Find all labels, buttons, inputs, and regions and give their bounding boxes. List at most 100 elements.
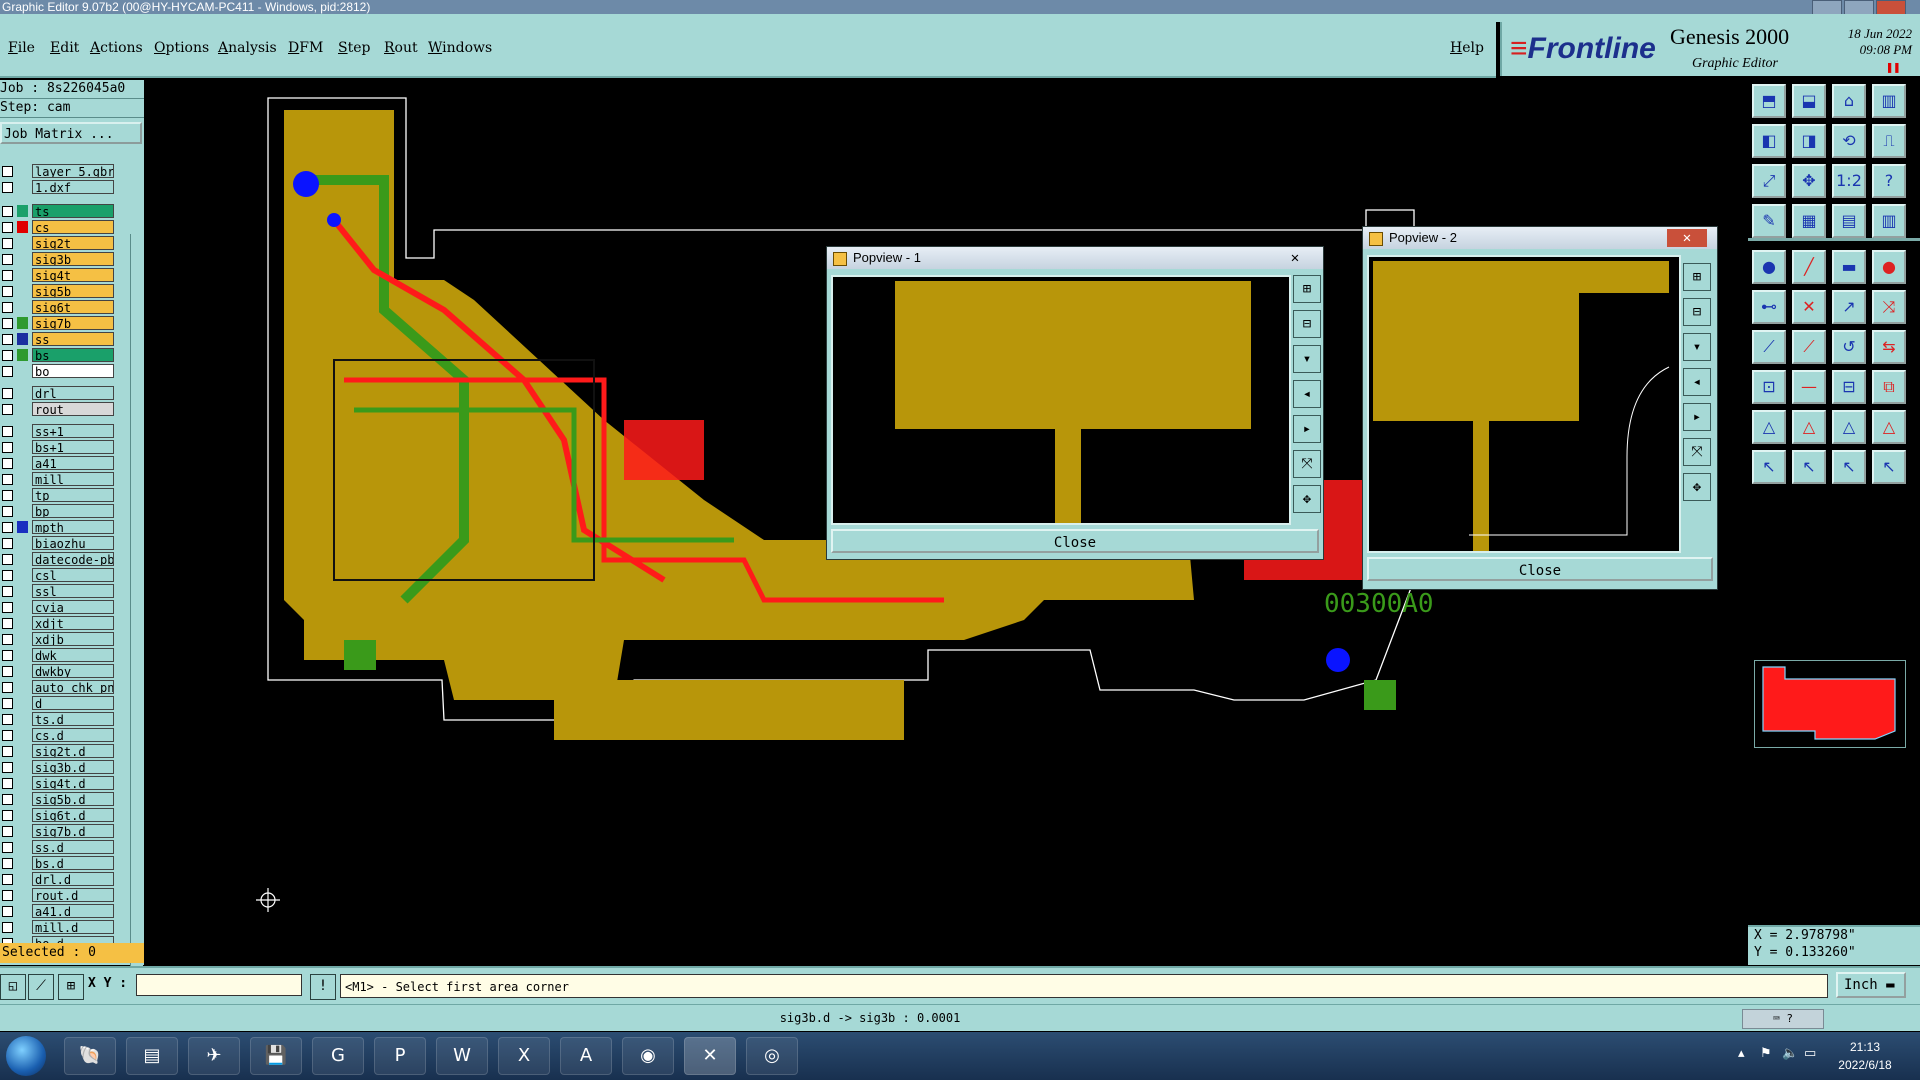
layer-checkbox[interactable] — [2, 350, 13, 361]
layer-checkbox[interactable] — [2, 842, 13, 853]
layer-name[interactable]: biaozhu — [32, 536, 114, 550]
layer-row[interactable]: sig3b.d — [0, 760, 116, 774]
layer-checkbox[interactable] — [2, 222, 13, 233]
layer-row[interactable]: cs.d — [0, 728, 116, 742]
popview-pan-left-icon[interactable]: ◂ — [1293, 380, 1321, 408]
layer-name[interactable]: sig7b.d — [32, 824, 114, 838]
move-icon[interactable]: ↗ — [1832, 290, 1866, 324]
grid-display-icon[interactable]: ▦ — [1792, 204, 1826, 238]
layer-name[interactable]: ts — [32, 204, 114, 218]
measure-icon[interactable]: ✎ — [1752, 204, 1786, 238]
layer-name[interactable]: bp — [32, 504, 114, 518]
layer-row[interactable]: bs.d — [0, 856, 116, 870]
pad-icon[interactable]: ● — [1752, 250, 1786, 284]
taskbar-genesis-icon[interactable]: ◉ — [622, 1037, 674, 1075]
pan-right-icon[interactable]: ◨ — [1792, 124, 1826, 158]
layer-checkbox[interactable] — [2, 730, 13, 741]
layer-row[interactable]: d — [0, 696, 116, 710]
layer-checkbox[interactable] — [2, 602, 13, 613]
zoom-fit-icon[interactable]: ✥ — [1792, 164, 1826, 198]
layer-name[interactable]: a41 — [32, 456, 114, 470]
taskbar-save-icon[interactable]: 💾 — [250, 1037, 302, 1075]
select-area-icon[interactable]: ↖ — [1792, 450, 1826, 484]
layer-list-scrollbar[interactable] — [130, 234, 143, 1018]
query-icon[interactable]: ? — [1872, 164, 1906, 198]
home-icon[interactable]: ⌂ — [1832, 84, 1866, 118]
maximize-button[interactable] — [1844, 0, 1874, 15]
layer-checkbox[interactable] — [2, 810, 13, 821]
menu-options[interactable]: Options — [154, 40, 209, 56]
popview-1-canvas[interactable] — [831, 275, 1291, 525]
layer-name[interactable]: cs.d — [32, 728, 114, 742]
menu-step[interactable]: Step — [338, 40, 370, 56]
layer-affected-indicator[interactable] — [17, 333, 28, 345]
layer-row[interactable]: bo — [0, 364, 116, 378]
unit-selector[interactable]: Inch ▬ — [1836, 972, 1906, 998]
menu-dfm[interactable]: DFM — [288, 40, 323, 56]
popview-2[interactable]: Popview - 2 ✕ ⊞ ⊟ ▾ ◂ ▸ ⤧ ✥ Close — [1362, 226, 1718, 590]
layer-checkbox[interactable] — [2, 650, 13, 661]
delete-icon[interactable]: — — [1792, 370, 1826, 404]
layer-row[interactable]: sig5b.d — [0, 792, 116, 806]
polygon-icon[interactable]: △ — [1832, 410, 1866, 444]
layer-row[interactable]: sig2t — [0, 236, 116, 250]
layer-checkbox[interactable] — [2, 586, 13, 597]
popview-2-canvas[interactable] — [1367, 255, 1681, 553]
layer-name[interactable]: sig3b.d — [32, 760, 114, 774]
select-icon[interactable]: ↖ — [1752, 450, 1786, 484]
popview-2-title[interactable]: Popview - 2 — [1363, 227, 1717, 249]
layer-affected-indicator[interactable] — [17, 221, 28, 233]
layer-row[interactable]: bs+1 — [0, 440, 116, 454]
layer-name[interactable]: sig3b — [32, 252, 114, 266]
hatch-icon[interactable]: △ — [1872, 410, 1906, 444]
taskbar-pads-icon[interactable]: P — [374, 1037, 426, 1075]
popview-zoom-out-icon[interactable]: ⊟ — [1683, 298, 1711, 326]
layer-name[interactable]: ss+1 — [32, 424, 114, 438]
popview-1[interactable]: Popview - 1 ✕ ⊞ ⊟ ▾ ◂ ▸ ⤧ ✥ Close — [826, 246, 1324, 560]
layer-row[interactable]: ss — [0, 332, 116, 346]
layer-name[interactable]: cvia — [32, 600, 114, 614]
taskbar-clock[interactable]: 21:13 2022/6/18 — [1820, 1038, 1910, 1074]
layer-checkbox[interactable] — [2, 634, 13, 645]
popview-1-title[interactable]: Popview - 1 — [827, 247, 1323, 269]
popview-zoom-out-icon[interactable]: ⊟ — [1293, 310, 1321, 338]
layer-checkbox[interactable] — [2, 682, 13, 693]
layer-checkbox[interactable] — [2, 554, 13, 565]
layer-row[interactable]: xdjt — [0, 616, 116, 630]
layer-row[interactable]: ssl — [0, 584, 116, 598]
layer-checkbox[interactable] — [2, 506, 13, 517]
grid-mode-icon[interactable]: ⊞ — [58, 974, 84, 1000]
popview-zoom-in-icon[interactable]: ⊞ — [1293, 275, 1321, 303]
layer-row[interactable]: sig4t — [0, 268, 116, 282]
layer-checkbox[interactable] — [2, 270, 13, 281]
group-icon[interactable]: ⧉ — [1872, 370, 1906, 404]
menu-edit[interactable]: Edit — [50, 40, 79, 56]
popview-center-icon[interactable]: ✥ — [1293, 485, 1321, 513]
language-bar[interactable]: ⌨ ? — [1742, 1009, 1824, 1029]
layer-name[interactable]: mill — [32, 472, 114, 486]
measure-mode-icon[interactable]: ⟋ — [28, 974, 54, 1000]
select-multi-icon[interactable]: ↖ — [1872, 450, 1906, 484]
layer-row[interactable]: cvia — [0, 600, 116, 614]
layer-name[interactable]: datecode-pb — [32, 552, 114, 566]
xy-coordinate-input[interactable] — [136, 974, 302, 996]
layer-row[interactable]: datecode-pb — [0, 552, 116, 566]
menu-rout[interactable]: Rout — [384, 40, 418, 56]
layer-row[interactable]: sig4t.d — [0, 776, 116, 790]
layer-checkbox[interactable] — [2, 746, 13, 757]
select-net-icon[interactable]: ↖ — [1832, 450, 1866, 484]
layer-row[interactable]: bs — [0, 348, 116, 362]
layer-row[interactable]: mill.d — [0, 920, 116, 934]
layer-row[interactable]: sig2t.d — [0, 744, 116, 758]
layer-row[interactable]: csl — [0, 568, 116, 582]
layer-name[interactable]: xdjb — [32, 632, 114, 646]
redraw-icon[interactable]: ⟲ — [1832, 124, 1866, 158]
layer-name[interactable]: drl — [32, 386, 114, 400]
layer-row[interactable]: sig5b — [0, 284, 116, 298]
layer-checkbox[interactable] — [2, 366, 13, 377]
popview-fit-icon[interactable]: ⤧ — [1293, 450, 1321, 478]
layer-row[interactable]: bp — [0, 504, 116, 518]
taskbar-notepad-icon[interactable]: ▤ — [126, 1037, 178, 1075]
menu-analysis[interactable]: Analysis — [218, 40, 277, 56]
layer-name[interactable]: sig2t.d — [32, 744, 114, 758]
